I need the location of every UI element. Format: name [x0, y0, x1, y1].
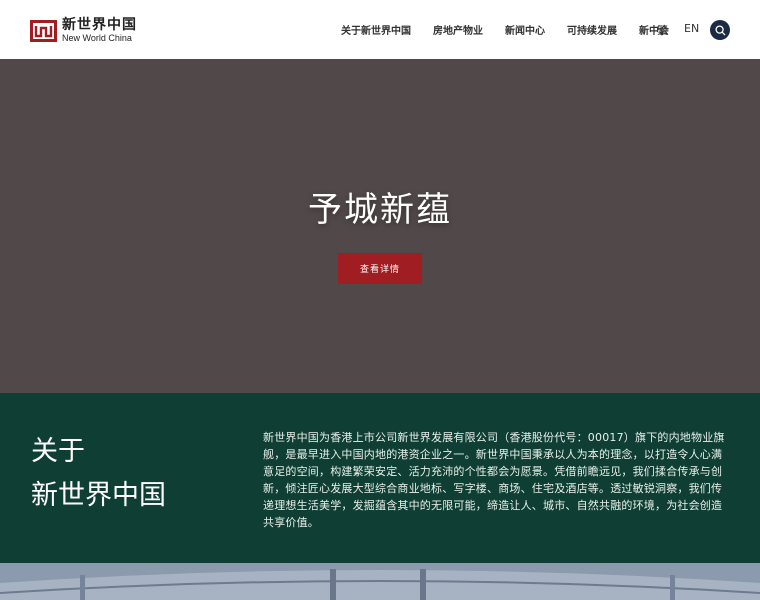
hero-banner: 予城新蕴 查看详情 — [0, 59, 760, 393]
brand-logo[interactable]: 新世界中国 New World China — [30, 18, 137, 43]
about-section: 关于 新世界中国 新世界中国为香港上市公司新世界发展有限公司（香港股份代号：00… — [0, 393, 760, 563]
building-photo-strip — [0, 563, 760, 600]
nav-sustainability[interactable]: 可持续发展 — [567, 22, 617, 37]
lang-traditional-link[interactable]: 繁 — [657, 22, 668, 38]
about-description: 新世界中国为香港上市公司新世界发展有限公司（香港股份代号：00017）旗下的内地… — [263, 431, 725, 529]
hero-title: 予城新蕴 — [308, 190, 452, 230]
next-section-image — [0, 563, 760, 600]
search-icon — [714, 24, 725, 35]
nav-news[interactable]: 新闻中心 — [505, 22, 545, 37]
lang-english-link[interactable]: EN — [684, 22, 699, 35]
site-header: 新世界中国 New World China 关于新世界中国 房地产物业 新闻中心… — [0, 0, 760, 59]
view-details-button[interactable]: 查看详情 — [338, 253, 422, 284]
logo-chinese-name: 新世界中国 — [62, 17, 137, 33]
about-heading-line2: 新世界中国 — [31, 480, 166, 511]
nav-properties[interactable]: 房地产物业 — [433, 22, 483, 37]
search-button[interactable] — [710, 20, 730, 40]
nav-about[interactable]: 关于新世界中国 — [341, 22, 411, 37]
new-world-logo-icon — [30, 19, 57, 42]
logo-english-name: New World China — [62, 33, 132, 43]
about-heading-line1: 关于 — [31, 436, 85, 467]
main-nav: 关于新世界中国 房地产物业 新闻中心 可持续发展 新中会 — [330, 0, 680, 59]
about-heading: 关于 新世界中国 — [31, 430, 166, 518]
